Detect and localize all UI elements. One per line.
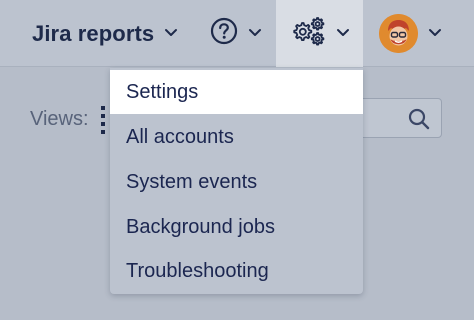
menu-item-label: Background jobs xyxy=(126,215,275,238)
menu-item-label: Troubleshooting xyxy=(126,259,269,282)
chevron-down-icon xyxy=(164,25,178,43)
chevron-down-icon xyxy=(336,25,350,43)
avatar xyxy=(379,14,418,53)
menu-item-system-events[interactable]: System events xyxy=(110,160,363,204)
search-icon[interactable] xyxy=(407,107,431,131)
admin-settings-dropdown[interactable] xyxy=(276,0,363,67)
help-icon xyxy=(210,17,238,50)
drag-handle-icon[interactable] xyxy=(100,105,106,135)
jira-reports-dropdown[interactable]: Jira reports xyxy=(32,0,178,67)
chevron-down-icon xyxy=(428,25,442,43)
menu-item-settings[interactable]: Settings xyxy=(110,70,363,114)
menu-item-label: Settings xyxy=(126,80,199,103)
admin-settings-menu: Settings All accounts System events Back… xyxy=(110,68,363,294)
menu-item-label: System events xyxy=(126,170,258,193)
menu-item-label: All accounts xyxy=(126,125,234,148)
help-dropdown[interactable] xyxy=(210,0,262,67)
menu-item-background-jobs[interactable]: Background jobs xyxy=(110,205,363,249)
gears-icon xyxy=(290,16,326,51)
chevron-down-icon xyxy=(248,25,262,43)
jira-reports-label: Jira reports xyxy=(32,20,155,46)
menu-item-troubleshooting[interactable]: Troubleshooting xyxy=(110,249,363,293)
profile-dropdown[interactable] xyxy=(379,0,442,67)
views-label: Views: xyxy=(30,108,89,130)
menu-item-all-accounts[interactable]: All accounts xyxy=(110,115,363,159)
top-navigation-bar: Jira reports xyxy=(0,0,474,67)
